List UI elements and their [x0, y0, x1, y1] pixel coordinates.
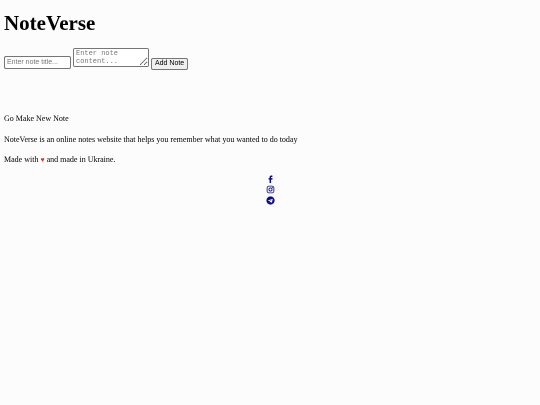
notes-heading: Go Make New Note — [4, 114, 69, 123]
made-with-prefix: Made with — [4, 155, 41, 164]
add-note-button[interactable]: Add Note — [151, 58, 189, 70]
made-with-suffix: and made in Ukraine. — [44, 155, 116, 164]
page-title: NoteVerse — [4, 11, 96, 35]
note-form: Add Note — [4, 48, 189, 70]
note-title-input[interactable] — [4, 56, 71, 69]
made-with-text: Made with ♥ and made in Ukraine. — [4, 154, 115, 166]
telegram-icon — [265, 196, 275, 205]
instagram-icon — [266, 185, 274, 194]
note-content-input[interactable] — [73, 48, 149, 67]
telegram-link[interactable] — [265, 196, 275, 205]
social-links — [264, 174, 276, 205]
page: NoteVerse Add Note Go Make New Note Note… — [0, 0, 540, 405]
facebook-link[interactable] — [266, 174, 275, 183]
about-text: NoteVerse is an online notes website tha… — [4, 135, 298, 144]
facebook-icon — [268, 175, 273, 183]
instagram-link[interactable] — [266, 185, 275, 194]
